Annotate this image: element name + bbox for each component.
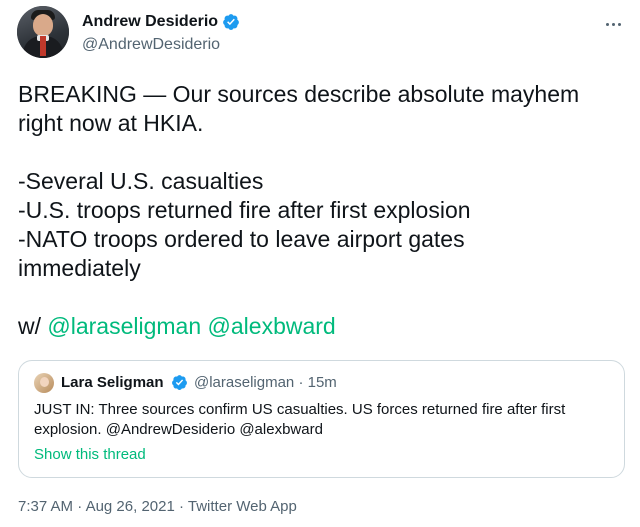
quoted-author-avatar[interactable] <box>34 373 54 393</box>
mention-link[interactable]: @laraseligman <box>47 313 201 339</box>
separator-dot: · <box>178 498 184 515</box>
tweet-line: right now at HKIA. <box>18 110 204 136</box>
mention-link[interactable]: @alexbward <box>208 313 336 339</box>
mentions-prefix: w/ <box>18 313 48 339</box>
quoted-author-display-name[interactable]: Lara Seligman <box>61 373 164 393</box>
quoted-tweet-text: JUST IN: Three sources confirm US casual… <box>34 400 614 440</box>
tweet-line: -U.S. troops returned fire after first e… <box>18 197 471 223</box>
separator-dot: · <box>77 498 83 515</box>
show-this-thread-link[interactable]: Show this thread <box>34 445 146 465</box>
tweet-source[interactable]: Twitter Web App <box>188 498 297 515</box>
tweet-card: Andrew Desiderio @AndrewDesiderio BREAKI… <box>0 0 640 527</box>
tweet-date[interactable]: Aug 26, 2021 <box>86 498 175 515</box>
tweet-time[interactable]: 7:37 AM <box>18 498 73 515</box>
quoted-tweet-line: JUST IN: Three sources confirm US casual… <box>34 401 566 418</box>
verified-badge-icon <box>223 14 239 30</box>
tweet-footer: 7:37 AM · Aug 26, 2021 · Twitter Web App <box>18 497 297 517</box>
quoted-author-handle[interactable]: @laraseligman <box>194 374 294 391</box>
quoted-tweet-time[interactable]: 15m <box>308 374 337 391</box>
separator-dot: · <box>298 374 304 391</box>
tweet-line: -NATO troops ordered to leave airport ga… <box>18 226 465 252</box>
tweet-line: BREAKING — Our sources describe absolute… <box>18 81 580 107</box>
author-handle[interactable]: @AndrewDesiderio <box>82 35 220 55</box>
tweet-mentions-line: w/ @laraseligman @alexbward <box>18 312 628 341</box>
verified-badge-icon <box>172 375 187 390</box>
quoted-tweet[interactable]: Lara Seligman @laraseligman · 15m JUST I… <box>18 360 625 478</box>
more-options-icon[interactable] <box>598 14 628 34</box>
author-display-name[interactable]: Andrew Desiderio <box>82 12 218 32</box>
quoted-tweet-meta: @laraseligman · 15m <box>194 373 337 393</box>
tweet-line: -Several U.S. casualties <box>18 168 264 194</box>
quoted-tweet-line: explosion. @AndrewDesiderio @alexbward <box>34 421 323 438</box>
tweet-line: immediately <box>18 255 141 281</box>
author-avatar[interactable] <box>17 6 69 58</box>
tweet-text: BREAKING — Our sources describe absolute… <box>18 80 628 341</box>
